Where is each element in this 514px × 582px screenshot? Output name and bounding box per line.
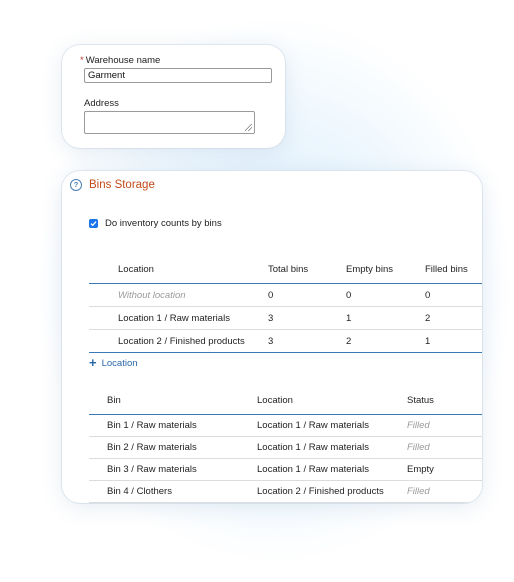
warehouse-form-card: * Warehouse name Garment Address: [62, 45, 285, 148]
bins-storage-card: ? Bins Storage Do inventory counts by bi…: [62, 171, 482, 503]
bin-cell: Bin 3 / Raw materials: [89, 458, 257, 481]
total-bins-cell: 3: [268, 306, 346, 330]
location-cell: Location 1 / Raw materials: [257, 458, 407, 481]
empty-bins-cell: 0: [346, 283, 425, 307]
empty-bins-cell: 2: [346, 329, 425, 353]
bin-cell: Bin 1 / Raw materials: [89, 414, 257, 437]
total-bins-cell: 0: [268, 283, 346, 307]
locations-table-header: Location Total bins Empty bins Filled bi…: [89, 255, 482, 284]
filled-bins-cell: 0: [425, 283, 482, 307]
column-header-total-bins[interactable]: Total bins: [268, 255, 346, 284]
column-header-empty-bins[interactable]: Empty bins: [346, 255, 425, 284]
checkmark-icon: [90, 221, 97, 227]
inventory-by-bins-checkbox[interactable]: [89, 219, 98, 228]
location-cell: Location 2 / Finished products: [257, 480, 407, 503]
warehouse-name-label: * Warehouse name: [80, 55, 161, 66]
warehouse-name-input[interactable]: Garment: [84, 68, 272, 83]
table-row[interactable]: Bin 4 / Clothers Location 2 / Finished p…: [89, 480, 482, 503]
checkbox-label: Do inventory counts by bins: [105, 218, 222, 229]
empty-bins-cell: 1: [346, 306, 425, 330]
locations-table: Location Total bins Empty bins Filled bi…: [89, 255, 482, 353]
add-location-label: Location: [101, 358, 138, 369]
table-row[interactable]: Without location 0 0 0: [89, 283, 482, 307]
location-cell: Location 2 / Finished products: [89, 329, 268, 353]
column-header-bin[interactable]: Bin: [89, 387, 257, 415]
help-icon[interactable]: ?: [70, 179, 82, 191]
column-header-location[interactable]: Location: [257, 387, 407, 415]
status-cell: Filled: [407, 414, 482, 437]
bins-table: Bin Location Status Bin 1 / Raw material…: [89, 387, 482, 503]
column-header-location[interactable]: Location: [89, 255, 268, 284]
filled-bins-cell: 2: [425, 306, 482, 330]
column-header-status[interactable]: Status: [407, 387, 482, 415]
bins-table-header: Bin Location Status: [89, 387, 482, 415]
plus-icon: +: [89, 355, 97, 370]
location-cell: Location 1 / Raw materials: [89, 306, 268, 330]
add-location-button[interactable]: + Location: [89, 354, 138, 370]
location-cell: Location 1 / Raw materials: [257, 414, 407, 437]
status-cell: Filled: [407, 436, 482, 459]
section-title: Bins Storage: [89, 179, 155, 191]
table-row[interactable]: Bin 2 / Raw materials Location 1 / Raw m…: [89, 436, 482, 459]
total-bins-cell: 3: [268, 329, 346, 353]
table-row[interactable]: Bin 3 / Raw materials Location 1 / Raw m…: [89, 458, 482, 481]
table-row[interactable]: Bin 1 / Raw materials Location 1 / Raw m…: [89, 414, 482, 437]
status-cell: Empty: [407, 458, 482, 481]
address-label: Address: [84, 98, 119, 109]
bin-cell: Bin 2 / Raw materials: [89, 436, 257, 459]
filled-bins-cell: 1: [425, 329, 482, 353]
location-cell: Without location: [89, 283, 268, 307]
required-marker: *: [80, 55, 84, 66]
address-textarea[interactable]: [84, 111, 255, 134]
status-cell: Filled: [407, 480, 482, 503]
bin-cell: Bin 4 / Clothers: [89, 480, 257, 503]
resize-grip-icon[interactable]: [245, 124, 252, 131]
table-row[interactable]: Location 2 / Finished products 3 2 1: [89, 329, 482, 353]
location-cell: Location 1 / Raw materials: [257, 436, 407, 459]
column-header-filled-bins[interactable]: Filled bins: [425, 255, 482, 284]
table-row[interactable]: Location 1 / Raw materials 3 1 2: [89, 306, 482, 330]
